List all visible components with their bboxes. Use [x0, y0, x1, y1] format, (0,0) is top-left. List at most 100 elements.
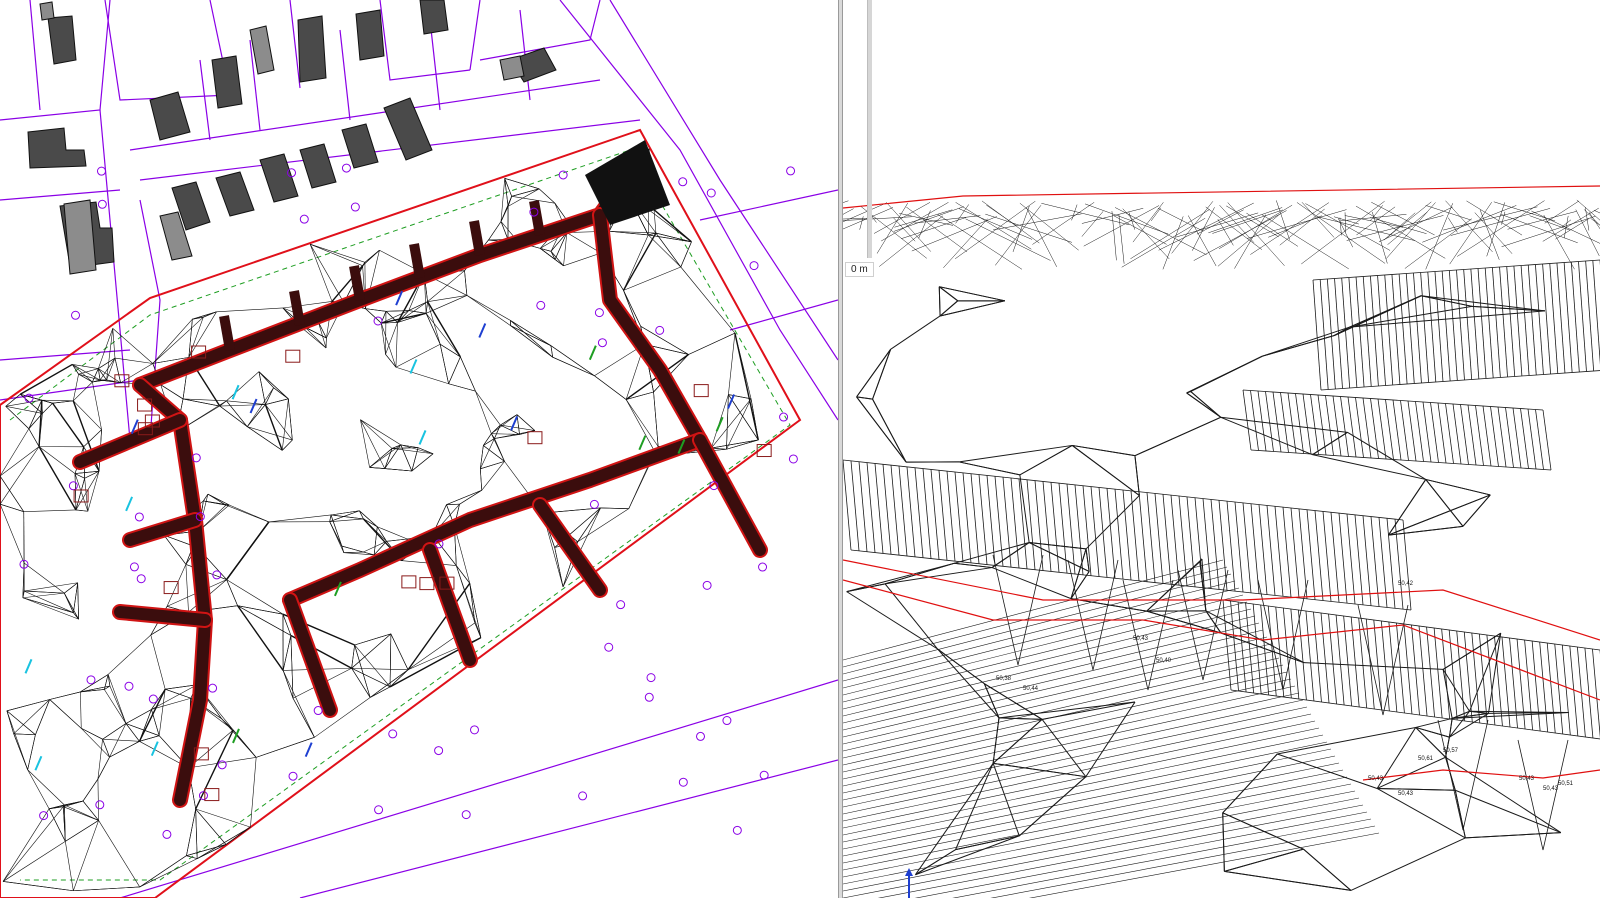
tin-edge	[35, 699, 50, 735]
near-mesh-edge	[885, 567, 993, 585]
trench-rung	[1456, 630, 1466, 722]
trench-rung	[1491, 267, 1501, 378]
near-mesh-edge	[954, 562, 993, 569]
tin-edge	[282, 670, 315, 738]
trench-rung	[1370, 275, 1379, 387]
pipe-segment[interactable]	[424, 544, 476, 666]
survey-point	[696, 731, 706, 741]
fan-line	[952, 818, 1372, 898]
trench-top	[1222, 599, 1600, 651]
trench-rung	[1274, 506, 1284, 597]
tin-edge	[163, 535, 187, 565]
tin-edge	[310, 243, 363, 266]
tin-edge	[439, 344, 449, 384]
elevation-label: 50,43	[1543, 786, 1559, 792]
tin-edge	[216, 307, 283, 313]
far-mesh-edge	[1543, 214, 1575, 270]
survey-point	[536, 300, 546, 310]
near-mesh-edge	[856, 396, 873, 400]
survey-point	[39, 811, 49, 821]
fan-line	[990, 825, 1376, 898]
pipe-segment[interactable]	[114, 606, 211, 626]
trench-rung	[1290, 608, 1300, 700]
trench-rung	[970, 473, 980, 564]
tin-edge	[0, 446, 40, 477]
near-mesh-edge	[872, 349, 892, 400]
near-mesh-edge	[1349, 310, 1545, 328]
trench-rung	[1341, 277, 1351, 389]
trench-rung	[1230, 600, 1239, 692]
near-mesh-edge	[1222, 812, 1225, 872]
tin-edge	[395, 366, 449, 385]
near-mesh-edge	[1029, 542, 1087, 550]
tin-edge	[2, 841, 66, 882]
tin-edge	[577, 508, 629, 543]
far-mesh-edge	[1157, 208, 1204, 232]
tin-edge	[341, 545, 364, 553]
far-mesh-edge	[1542, 207, 1599, 242]
survey-point	[341, 163, 351, 173]
far-mesh-edge	[1171, 201, 1214, 254]
plan-canvas[interactable]	[0, 0, 838, 898]
pipe-segment[interactable]	[594, 209, 706, 446]
trench-rung	[1477, 268, 1487, 379]
view-3d-canvas[interactable]: 50,4350,4350,5750,6150,4350,4350,5150,38…	[843, 0, 1600, 898]
pipe-segment[interactable]	[534, 499, 606, 596]
far-mesh-edge	[958, 208, 1033, 240]
near-mesh-edge	[939, 300, 1005, 317]
tin-edge	[309, 244, 333, 302]
view-3d-pane[interactable]: 50,43 50,43 50,57 50,61 50,43 50,43 50,51 50,38…	[843, 0, 1600, 898]
trench-rung	[1520, 265, 1530, 376]
tin-edge	[510, 325, 553, 358]
trench-rung	[1242, 502, 1252, 593]
tin-edge	[139, 855, 187, 888]
tin-edge	[288, 398, 293, 441]
trench-rung	[1310, 394, 1319, 455]
trench-rung	[1106, 488, 1116, 579]
tin-edge	[65, 841, 74, 891]
trench-rung	[1290, 507, 1300, 599]
tin-edge	[92, 381, 102, 430]
far-mesh-edge	[1555, 218, 1590, 240]
tin-edge	[82, 778, 99, 802]
trench-rung	[1348, 277, 1358, 388]
near-mesh-edge	[1425, 478, 1491, 496]
v-trench	[1122, 579, 1174, 691]
trench-rung	[1090, 486, 1100, 577]
trench-rung	[946, 471, 956, 562]
far-mesh-edge	[1479, 209, 1500, 260]
fan-line	[843, 783, 1352, 885]
near-mesh-edge	[915, 835, 1020, 876]
trench-rung	[1592, 648, 1600, 739]
trench-rung	[1398, 273, 1408, 385]
far-mesh-edge	[954, 200, 1036, 260]
trench-rung	[930, 469, 940, 560]
pipe-segment[interactable]	[134, 154, 646, 391]
pipe-segment[interactable]	[74, 414, 186, 468]
fan-line	[843, 699, 1304, 801]
plan-view-pane[interactable]	[0, 0, 838, 898]
trench-rung	[1542, 409, 1552, 471]
trench-rung	[1512, 407, 1522, 469]
tin-edge	[72, 374, 79, 401]
pipe-segment[interactable]	[284, 594, 336, 716]
tin-edge	[64, 592, 79, 620]
survey-point	[646, 673, 656, 683]
far-mesh-edge	[1500, 214, 1578, 244]
tin-edge	[448, 383, 476, 392]
tin-edge	[246, 387, 274, 427]
trench-rung	[1427, 271, 1437, 383]
tin-edge	[594, 375, 627, 400]
trench-rung	[954, 471, 964, 563]
trench-rung	[1355, 276, 1365, 388]
tin-edge	[395, 344, 441, 368]
trench-rung	[1178, 495, 1188, 587]
trench-rung	[1556, 262, 1566, 374]
tin-edge	[107, 634, 152, 675]
tin-edge	[49, 691, 81, 700]
tin-edge	[494, 424, 501, 439]
tin-edge	[74, 473, 77, 510]
far-mesh-edge	[1084, 203, 1169, 235]
trench-rung	[1527, 408, 1537, 470]
tin-edge	[483, 433, 492, 446]
